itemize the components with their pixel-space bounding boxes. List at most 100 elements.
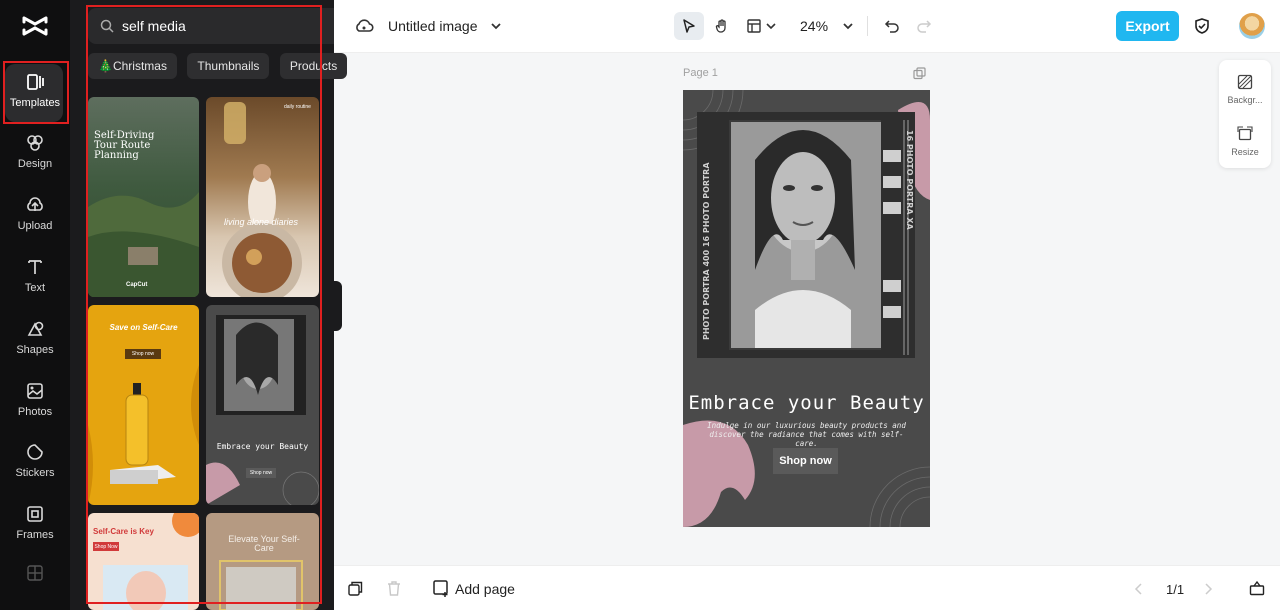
rail-label-text: Text — [24, 281, 46, 294]
page-indicator: 1/1 — [1166, 582, 1185, 597]
resize-label: Resize — [1231, 146, 1259, 157]
undo-button[interactable] — [877, 12, 907, 40]
search-input[interactable]: self media — [122, 18, 364, 34]
templates-icon — [27, 73, 44, 90]
chevron-down-icon — [766, 23, 776, 30]
template-thumbnail — [88, 192, 199, 297]
chevron-down-icon[interactable] — [490, 21, 502, 31]
design-subtitle[interactable]: Indulge in our luxurious beauty products… — [701, 421, 912, 448]
design-canvas[interactable]: PHOTO PORTRA 400 16 PHOTO PORTRA 16 PHOT… — [683, 90, 930, 527]
background-tool[interactable]: Backgr... — [1219, 64, 1271, 114]
rail-stickers[interactable]: Stickers — [0, 432, 70, 488]
avatar[interactable] — [1239, 13, 1265, 39]
zoom-level[interactable]: 24% — [800, 18, 828, 34]
template-tag: daily routine — [284, 104, 311, 110]
template-thumbnail — [222, 102, 302, 297]
template-card[interactable]: daily routine living alone diaries — [206, 97, 319, 297]
film-text-right: 16 PHOTO PORTRA XA — [905, 130, 914, 231]
film-text-left: PHOTO PORTRA 400 16 PHOTO PORTRA — [702, 162, 711, 340]
page-label: Page 1 — [683, 67, 718, 79]
rail-text[interactable]: Text — [0, 247, 70, 303]
search-icon — [100, 19, 114, 33]
duplicate-icon[interactable] — [348, 581, 363, 596]
export-button[interactable]: Export — [1116, 11, 1179, 41]
template-thumbnail — [88, 365, 199, 505]
rail-photos[interactable]: Photos — [0, 371, 70, 427]
duplicate-page-icon[interactable] — [913, 67, 926, 80]
trash-icon[interactable] — [387, 581, 401, 596]
template-title: living alone diaries — [224, 217, 299, 227]
template-title: Elevate Your Self-Care — [228, 534, 300, 553]
resize-tool[interactable]: Resize — [1219, 116, 1271, 166]
template-card[interactable]: Embrace your Beauty Shop now — [206, 305, 319, 505]
rail-shapes[interactable]: Shapes — [0, 309, 70, 365]
template-cta: Shop now — [246, 468, 276, 478]
rail-label-stickers: Stickers — [15, 466, 55, 479]
add-page-icon — [433, 580, 448, 597]
left-rail: Templates Design Upload Text Shapes Phot… — [0, 0, 70, 610]
template-thumbnail — [219, 560, 303, 610]
rail-label-shapes: Shapes — [16, 343, 54, 356]
text-icon — [28, 259, 42, 274]
pages-panel-icon[interactable] — [1249, 580, 1265, 596]
cloud-icon[interactable] — [354, 17, 374, 35]
templates-panel: self media 🎄Christmas Thumbnails Product… — [70, 0, 388, 610]
upload-icon — [27, 196, 43, 211]
rail-label-frames: Frames — [16, 528, 54, 541]
rail-label-upload: Upload — [17, 219, 53, 232]
layout-icon — [747, 19, 761, 33]
design-title[interactable]: Embrace your Beauty — [683, 392, 930, 414]
design-icon — [27, 134, 43, 151]
hand-icon — [715, 19, 726, 33]
top-toolbar: Untitled image 24% Export — [334, 0, 1280, 53]
rail-label-photos: Photos — [17, 405, 53, 418]
rail-frames[interactable]: Frames — [0, 494, 70, 550]
rail-design[interactable]: Design — [0, 123, 70, 179]
hand-tool-button[interactable] — [707, 12, 737, 40]
template-title: Save on Self-Care — [109, 323, 178, 332]
background-icon — [1237, 74, 1253, 89]
design-shop-now-button[interactable]: Shop now — [773, 448, 838, 474]
document-title[interactable]: Untitled image — [388, 18, 478, 34]
rail-templates[interactable]: Templates — [0, 62, 70, 122]
stickers-icon — [27, 443, 43, 460]
template-card[interactable]: Elevate Your Self-Care — [206, 513, 319, 610]
panel-collapse-handle[interactable] — [334, 281, 342, 331]
template-cta: Shop now — [125, 349, 161, 359]
cursor-icon — [683, 19, 695, 33]
frames-icon — [27, 505, 43, 522]
add-page-button[interactable]: Add page — [433, 580, 515, 597]
next-page-icon[interactable] — [1203, 583, 1213, 595]
shield-icon[interactable] — [1193, 17, 1211, 35]
template-brand: CapCut — [126, 282, 148, 288]
add-page-label: Add page — [455, 580, 515, 597]
chip-products[interactable]: Products — [279, 53, 348, 79]
background-label: Backgr... — [1227, 94, 1263, 105]
redo-button[interactable] — [909, 12, 939, 40]
previous-page-icon[interactable] — [1134, 583, 1144, 595]
chip-thumbnails[interactable]: Thumbnails — [187, 53, 270, 79]
select-tool-button[interactable] — [674, 12, 704, 40]
toolbar-divider — [867, 16, 868, 36]
template-title: Embrace your Beauty — [216, 442, 309, 451]
shapes-icon — [27, 321, 44, 336]
template-title: Self-Driving Tour Route Planning — [94, 130, 155, 161]
template-card[interactable]: Self-Driving Tour Route Planning CapCut — [88, 97, 199, 297]
rail-label-design: Design — [17, 157, 53, 170]
category-chips: 🎄Christmas Thumbnails Products — [88, 53, 388, 79]
layout-tool-button[interactable] — [739, 12, 783, 40]
redo-icon — [917, 20, 932, 33]
side-tools: Backgr... Resize — [1219, 60, 1271, 168]
grid-apps-icon[interactable] — [27, 565, 43, 581]
template-card[interactable]: Self-Care is Key Shop Now — [88, 513, 199, 610]
template-card[interactable]: Save on Self-Care Shop now — [88, 305, 199, 505]
template-cta: Shop Now — [93, 542, 119, 551]
rail-label-templates: Templates — [9, 96, 61, 109]
chip-christmas[interactable]: 🎄Christmas — [88, 53, 177, 79]
template-title: Self-Care is Key — [93, 527, 154, 536]
rail-upload[interactable]: Upload — [0, 185, 70, 241]
zoom-chevron-icon[interactable] — [842, 21, 854, 31]
resize-icon — [1237, 125, 1253, 140]
photos-icon — [27, 382, 43, 399]
capcut-logo[interactable] — [20, 12, 50, 40]
